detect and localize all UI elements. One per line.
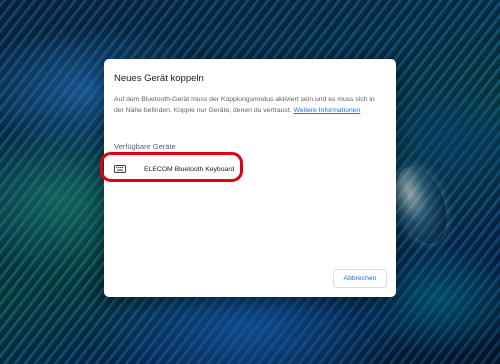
available-devices-heading: Verfügbare Geräte bbox=[114, 142, 176, 151]
pair-device-dialog: Neues Gerät koppeln Auf dem Bluetooth-Ge… bbox=[104, 59, 396, 297]
dialog-title: Neues Gerät koppeln bbox=[114, 73, 204, 84]
water-droplet bbox=[385, 159, 457, 251]
cancel-button[interactable]: Abbrechen bbox=[333, 269, 387, 288]
more-info-link[interactable]: Weitere Informationen bbox=[293, 107, 360, 114]
device-name: ELECOM Bluetooth Keyboard bbox=[144, 165, 235, 173]
keyboard-icon bbox=[114, 165, 126, 173]
dialog-description: Auf dem Bluetooth-Gerät muss der Kopplun… bbox=[114, 94, 386, 116]
device-list-item[interactable]: ELECOM Bluetooth Keyboard bbox=[110, 159, 242, 179]
